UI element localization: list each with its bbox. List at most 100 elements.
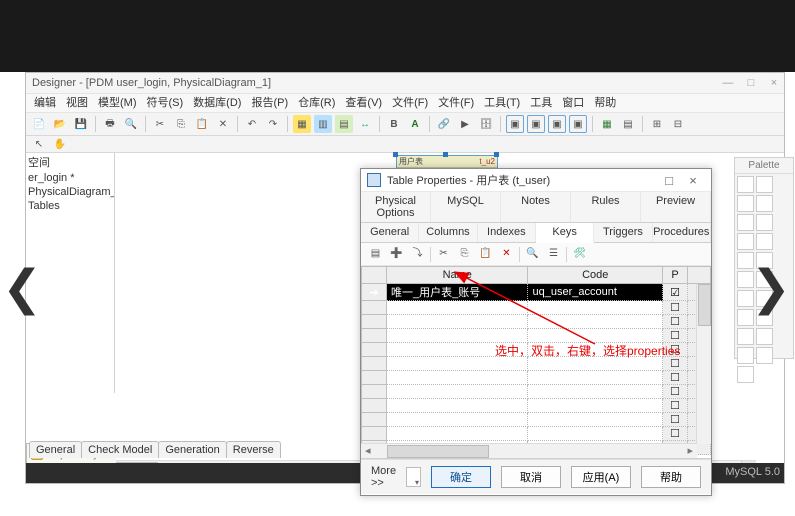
row-indicator-icon[interactable]: ➔ (362, 284, 387, 301)
keys-delete-icon[interactable]: ✕ (498, 246, 515, 263)
dialog-tabs-row2[interactable]: GeneralColumnsIndexesKeysTriggersProcedu… (361, 223, 711, 243)
keys-tools-icon[interactable]: 🛠 (571, 246, 588, 263)
dialog-tab[interactable]: Triggers (594, 223, 652, 242)
dialog-tabs-row1[interactable]: Physical OptionsMySQLNotesRulesPreview (361, 192, 711, 223)
dialog-tab[interactable]: Physical Options (361, 192, 431, 222)
close-button[interactable]: × (764, 73, 784, 93)
toolbar-table-icon[interactable]: ▥ (314, 115, 332, 133)
dialog-tab[interactable]: Preview (641, 192, 711, 222)
keys-row-selected[interactable]: ➔ 唯一_用户表_账号 uq_user_account ☑ (362, 284, 711, 301)
tree-item[interactable]: er_login * (26, 171, 114, 185)
menu-item[interactable]: 报告(P) (251, 97, 288, 109)
toolbar-gen-icon[interactable]: ▶ (456, 115, 474, 133)
toolbar-doc-icon[interactable]: ▤ (619, 115, 637, 133)
palette-tool[interactable] (756, 195, 773, 212)
dialog-close-button[interactable]: × (681, 173, 705, 188)
menu-item[interactable]: 符号(S) (147, 97, 184, 109)
scrollbar-right-arrow[interactable]: ▸ (687, 444, 693, 457)
palette-tool[interactable] (756, 176, 773, 193)
tree-item[interactable]: Tables (26, 199, 114, 213)
toolbar-undo-icon[interactable]: ↶ (243, 115, 261, 133)
output-tab[interactable]: Check Model (81, 441, 159, 458)
keys-row-empty[interactable]: ☐ (362, 427, 711, 441)
ok-button[interactable]: 确定 (431, 466, 491, 488)
maximize-button[interactable]: □ (741, 73, 761, 93)
dialog-tab[interactable]: General (361, 223, 419, 242)
selection-handle[interactable] (443, 152, 448, 157)
palette-tool[interactable] (737, 233, 754, 250)
key-code-cell[interactable]: uq_user_account (528, 284, 663, 301)
keys-add-icon[interactable]: ➕ (388, 246, 405, 263)
toolbar-win2-icon[interactable]: ▣ (527, 115, 545, 133)
menu-item[interactable]: 数据库(D) (193, 97, 241, 109)
palette-tool[interactable] (737, 328, 754, 345)
toolbar-print-icon[interactable]: 🖶 (101, 115, 119, 133)
toolbar-win1-icon[interactable]: ▣ (506, 115, 524, 133)
toolbar-win4-icon[interactable]: ▣ (569, 115, 587, 133)
keys-grid[interactable]: Name Code P ➔ 唯一_用户表_账号 uq_user_account … (361, 266, 711, 459)
palette-tool[interactable] (737, 176, 754, 193)
dialog-tab[interactable]: MySQL (431, 192, 501, 222)
toolbar-layout-icon[interactable]: ⊞ (648, 115, 666, 133)
more-dropdown-icon[interactable] (406, 467, 421, 487)
keys-col-code[interactable]: Code (528, 267, 663, 284)
minimize-button[interactable]: — (718, 73, 738, 93)
keys-row-empty[interactable]: ☐ (362, 413, 711, 427)
output-tab[interactable]: Generation (158, 441, 226, 458)
toolbar-grid-icon[interactable]: ⊟ (669, 115, 687, 133)
toolbar-cut-icon[interactable]: ✂ (151, 115, 169, 133)
keys-col-name[interactable]: Name (387, 267, 528, 284)
tree-item[interactable]: PhysicalDiagram_1 (26, 185, 114, 199)
keys-find-icon[interactable]: 🔍 (524, 246, 541, 263)
cancel-button[interactable]: 取消 (501, 466, 561, 488)
selection-handle[interactable] (393, 152, 398, 157)
toolbar-open-icon[interactable]: 📂 (51, 115, 69, 133)
key-name-cell[interactable]: 唯一_用户表_账号 (387, 284, 528, 301)
output-tab[interactable]: Reverse (226, 441, 281, 458)
scrollbar-left-arrow[interactable]: ◂ (365, 444, 371, 457)
apply-button[interactable]: 应用(A) (571, 466, 631, 488)
dialog-tab[interactable]: Notes (501, 192, 571, 222)
palette-panel[interactable]: Palette (734, 157, 794, 359)
keys-cut-icon[interactable]: ✂ (435, 246, 452, 263)
menu-item[interactable]: 帮助 (594, 97, 616, 109)
palette-tool[interactable] (756, 233, 773, 250)
menu-bar[interactable]: 编辑视图模型(M)符号(S)数据库(D)报告(P)仓库(R)查看(V)文件(F)… (26, 93, 784, 113)
menu-item[interactable]: 查看(V) (345, 97, 382, 109)
dialog-tab[interactable]: Indexes (478, 223, 536, 242)
toolbar-package-icon[interactable]: ▦ (293, 115, 311, 133)
scrollbar-thumb[interactable] (387, 445, 489, 458)
keys-row-empty[interactable]: ☐ (362, 329, 711, 343)
dialog-tab[interactable]: Procedures (653, 223, 711, 242)
output-tabs[interactable]: GeneralCheck ModelGenerationReverse (30, 441, 281, 459)
selection-handle[interactable] (494, 152, 499, 157)
keys-row-empty[interactable]: ☐ (362, 315, 711, 329)
palette-tool[interactable] (737, 347, 754, 364)
dialog-tab[interactable]: Columns (419, 223, 477, 242)
keys-col-p[interactable]: P (663, 267, 688, 284)
toolbar-view-icon[interactable]: ▤ (335, 115, 353, 133)
help-button[interactable]: 帮助 (641, 466, 701, 488)
toolbar-link-icon[interactable]: 🔗 (435, 115, 453, 133)
keys-copy-icon[interactable]: ⎘ (456, 246, 473, 263)
scrollbar-thumb[interactable] (698, 284, 711, 326)
toolbar-font-icon[interactable]: A (406, 115, 424, 133)
keys-props-icon[interactable]: ☰ (545, 246, 562, 263)
keys-paste-icon[interactable]: 📋 (477, 246, 494, 263)
key-p-checkbox[interactable]: ☑ (663, 284, 688, 301)
toolbar-win3-icon[interactable]: ▣ (548, 115, 566, 133)
more-button[interactable]: More >> (371, 465, 421, 489)
menu-item[interactable]: 窗口 (562, 97, 584, 109)
toolbar-hand-icon[interactable]: ✋ (51, 135, 69, 153)
tree-item[interactable]: 空间 (26, 153, 114, 171)
menu-item[interactable]: 文件(F) (392, 97, 428, 109)
toolbar-copy-icon[interactable]: ⎘ (172, 115, 190, 133)
dialog-maximize-button[interactable]: □ (657, 173, 681, 188)
toolbar-paste-icon[interactable]: 📋 (193, 115, 211, 133)
menu-item[interactable]: 工具 (530, 97, 552, 109)
toolbar-delete-icon[interactable]: ✕ (214, 115, 232, 133)
keys-row-empty[interactable]: ☐ (362, 399, 711, 413)
output-tab[interactable]: General (29, 441, 82, 458)
palette-tool[interactable] (756, 328, 773, 345)
keys-row-empty[interactable]: ☐ (362, 385, 711, 399)
